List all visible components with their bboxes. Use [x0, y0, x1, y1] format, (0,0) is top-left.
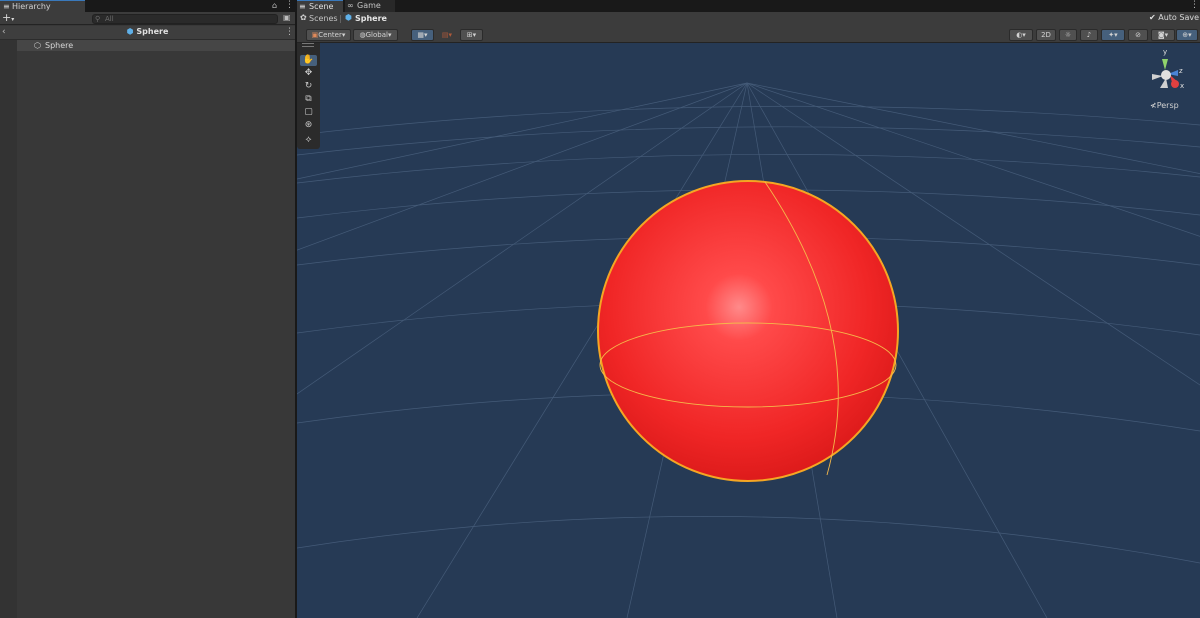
camera-icon: ◙▾ [1157, 31, 1169, 39]
light-bulb-icon: ☼ [1064, 31, 1072, 39]
draw-mode-dropdown[interactable]: ◐▾ [1009, 29, 1033, 41]
breadcrumb-root[interactable]: Scenes [309, 14, 338, 23]
breadcrumb: ✿ Scenes | ⬢ Sphere ✔ Auto Save [297, 12, 1200, 26]
search-placeholder: All [105, 15, 114, 23]
tab-game-label: Game [357, 1, 381, 10]
scene-visibility-icon[interactable]: ▣ [283, 13, 291, 22]
prefab-cube-icon: ⬢ [126, 27, 134, 36]
effects-dropdown[interactable]: ✦▾ [1101, 29, 1125, 41]
hierarchy-scene-name: Sphere [136, 27, 169, 36]
tab-scene[interactable]: ≡ Scene [297, 0, 343, 12]
snap-icon: ▤▾ [441, 31, 453, 39]
rect-tool[interactable]: ▢ [300, 107, 317, 118]
lighting-toggle-button[interactable]: ☼ [1059, 29, 1077, 41]
sphere-object[interactable] [597, 180, 899, 482]
orientation-gizmo[interactable]: y z x [1146, 48, 1190, 96]
auto-save-label: Auto Save [1158, 13, 1200, 22]
pivot-rotation-dropdown[interactable]: ◍Global▾ [353, 29, 398, 41]
shaded-sphere-icon: ◐▾ [1016, 31, 1026, 39]
toggle-2d-button[interactable]: 2D [1036, 29, 1056, 41]
pivot-mode-label: Center [318, 31, 342, 39]
hierarchy-menu-icon[interactable]: ⋮ [285, 0, 294, 10]
projection-toggle[interactable]: ≮Persp [1150, 101, 1186, 110]
auto-save-toggle[interactable]: ✔ Auto Save [1149, 13, 1199, 25]
gamepad-icon: ∞ [347, 1, 354, 10]
tab-game[interactable]: ∞ Game [345, 0, 395, 12]
chevron-down-icon: ▾ [387, 31, 392, 39]
scene-render [297, 82, 1200, 618]
hamburger-icon: ≡ [299, 2, 306, 11]
audio-toggle-button[interactable]: ♪ [1080, 29, 1098, 41]
eye-slash-icon: ⊘ [1135, 31, 1141, 39]
hierarchy-item[interactable]: ⬡ Sphere [17, 40, 295, 51]
hierarchy-tab-label: Hierarchy [12, 2, 51, 11]
gizmo-axis-y: y [1163, 48, 1168, 56]
hierarchy-panel [0, 0, 295, 618]
hand-tool[interactable]: ✋ [300, 55, 317, 66]
snap-increment-button[interactable]: ▤▾ [437, 29, 457, 41]
gizmo-globe-icon: ⊕▾ [1182, 31, 1192, 39]
grid-icon: ▦▾ [417, 31, 428, 39]
overlay-drag-handle[interactable] [302, 43, 314, 47]
custom-tool-icon: ⟡ [305, 135, 312, 145]
hierarchy-scene-title: ⬢ Sphere [0, 27, 295, 36]
add-object-button[interactable]: +▾ [2, 12, 18, 24]
scene-tabbar [297, 0, 1200, 12]
rotate-tool[interactable]: ↻ [300, 81, 317, 92]
hierarchy-search-input[interactable]: ⚲ All [92, 14, 278, 24]
pivot-mode-dropdown[interactable]: ▣Center▾ [306, 29, 351, 41]
scene-panel-menu-icon[interactable]: ⋮ [1190, 0, 1199, 10]
scenes-icon: ✿ [300, 13, 307, 22]
lock-icon[interactable]: ⌂ [272, 1, 277, 10]
scale-icon: ⧉ [305, 94, 312, 104]
tab-scene-label: Scene [309, 2, 334, 11]
ruler-icon: ⊞▾ [466, 31, 477, 39]
gizmo-axis-z: z [1179, 67, 1183, 75]
move-arrows-icon: ✥ [304, 68, 313, 78]
chevron-down-icon: ▾ [341, 31, 346, 39]
custom-tool[interactable]: ⟡ [300, 135, 317, 146]
grid-snap-button[interactable]: ▦▾ [411, 29, 434, 41]
hierarchy-item-label: Sphere [45, 41, 74, 50]
projection-icon: ≮ [1150, 101, 1157, 110]
gameobject-cube-icon: ⬡ [34, 41, 41, 50]
prefab-cube-icon: ⬢ [345, 13, 352, 22]
transform-icon: ⊛ [304, 120, 313, 130]
pivot-rotation-label: Global [365, 31, 388, 39]
move-tool[interactable]: ✥ [300, 68, 317, 79]
checkbox-checked-icon: ✔ [1149, 13, 1156, 22]
effects-icon: ✦▾ [1108, 31, 1118, 39]
scene-viewport[interactable] [297, 43, 1200, 618]
search-icon: ⚲ [95, 15, 101, 23]
audio-icon: ♪ [1086, 31, 1092, 39]
hidden-objects-button[interactable]: ⊘ [1128, 29, 1148, 41]
camera-settings-dropdown[interactable]: ◙▾ [1151, 29, 1175, 41]
breadcrumb-separator: | [339, 14, 342, 23]
transform-tool[interactable]: ⊛ [300, 120, 317, 131]
gizmos-dropdown[interactable]: ⊕▾ [1176, 29, 1198, 41]
chevron-down-icon: ▾ [11, 16, 15, 23]
hierarchy-gutter [0, 40, 17, 618]
ruler-button[interactable]: ⊞▾ [460, 29, 483, 41]
projection-label: Persp [1156, 101, 1179, 110]
scale-tool[interactable]: ⧉ [300, 94, 317, 105]
rect-icon: ▢ [304, 107, 313, 117]
gizmo-axis-x: x [1180, 82, 1185, 90]
hierarchy-tab[interactable]: ≡ Hierarchy [0, 0, 85, 12]
breadcrumb-current[interactable]: Sphere [355, 14, 387, 23]
rotate-icon: ↻ [304, 81, 313, 91]
hand-icon: ✋ [302, 55, 315, 65]
scene-menu-icon[interactable]: ⋮ [285, 27, 294, 37]
